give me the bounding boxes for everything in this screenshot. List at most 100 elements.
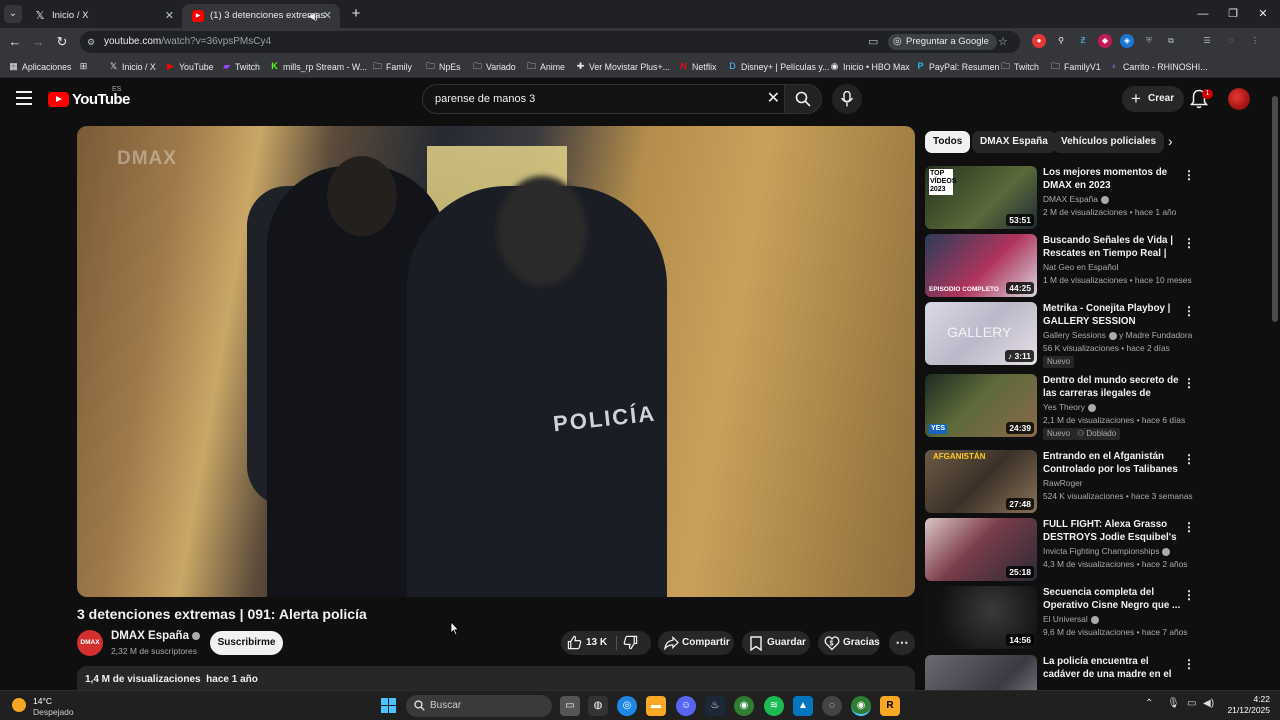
chip-all[interactable]: Todos — [925, 131, 971, 153]
ask-google-button[interactable]: ◎ Preguntar a Google — [888, 34, 997, 50]
chrome-icon[interactable]: ◉ — [734, 696, 754, 716]
extension-icon[interactable]: ⚲ — [1054, 34, 1068, 48]
app-icon[interactable]: ◌ — [822, 696, 842, 716]
video-title[interactable]: Entrando en el Afganistán Controlado por… — [1043, 450, 1181, 476]
recommendation-item[interactable]: La policía encuentra el cadáver de una m… — [925, 655, 1197, 690]
bookmark-x[interactable]: 𝕏 Inicio / X — [108, 56, 156, 78]
thanks-button[interactable]: $ Gracias — [818, 631, 880, 655]
more-actions-button[interactable]: ⋯ — [889, 631, 915, 655]
create-button[interactable]: + Crear — [1122, 86, 1185, 112]
clear-search-icon[interactable]: ✕ — [767, 85, 780, 113]
bookmark-netflix[interactable]: N Netflix — [678, 56, 716, 78]
bookmark-variado[interactable]: 🗀 Variado — [472, 56, 516, 78]
save-button[interactable]: Guardar — [742, 631, 810, 655]
video-title[interactable]: Buscando Señales de Vida | Rescates en T… — [1043, 234, 1181, 260]
scrollbar-thumb[interactable] — [1272, 96, 1278, 322]
close-tab-icon[interactable]: ✕ — [323, 4, 332, 28]
like-button[interactable] — [567, 635, 582, 660]
network-icon[interactable]: ▭ — [1187, 698, 1196, 709]
video-thumbnail[interactable]: 14:56 — [925, 586, 1037, 649]
extension-icon[interactable]: ● — [1032, 34, 1046, 48]
video-thumbnail[interactable] — [925, 655, 1037, 690]
spotify-icon[interactable]: ≋ — [764, 696, 784, 716]
channel-name[interactable]: DMAX España — [111, 630, 200, 642]
windows-start-icon[interactable] — [381, 698, 397, 714]
chrome-menu-icon[interactable]: ⋮ — [1248, 34, 1262, 48]
app-icon[interactable]: ◍ — [588, 696, 608, 716]
video-title[interactable]: Los mejores momentos de DMAX en 2023 — [1043, 166, 1181, 192]
bookmark-star-icon[interactable]: ☆ — [998, 34, 1008, 50]
menu-icon[interactable] — [16, 91, 32, 105]
channel-name[interactable]: Nat Geo en Español — [1043, 262, 1197, 272]
recommendation-item[interactable]: YES 24:39 Dentro del mundo secreto de la… — [925, 374, 1197, 440]
weather-widget[interactable]: 14°C Despejado — [12, 695, 102, 717]
chip-police-vehicles[interactable]: Vehículos policiales — [1053, 131, 1165, 153]
extension-icon[interactable]: Ƶ — [1076, 34, 1090, 48]
new-tab-button[interactable]: + — [346, 4, 366, 24]
bookmark-disney[interactable]: D Disney+ | Películas y... — [727, 56, 829, 78]
close-window-button[interactable]: ✕ — [1248, 4, 1278, 24]
chip-dmax[interactable]: DMAX España — [972, 131, 1056, 153]
recommendation-item[interactable]: 14:56 Secuencia completa del Operativo C… — [925, 586, 1197, 650]
more-options-icon[interactable]: ⋮ — [1183, 657, 1195, 671]
reading-list-icon[interactable]: ☰ — [1200, 34, 1214, 48]
speaker-icon[interactable]: ◀) — [308, 4, 318, 28]
channel-avatar[interactable]: DMAX — [77, 630, 103, 656]
volume-icon[interactable]: ◀) — [1203, 698, 1214, 709]
video-thumbnail[interactable]: TOP VÍDEOS 2023 53:51 — [925, 166, 1037, 229]
channel-name[interactable]: DMAX España — [1043, 194, 1197, 204]
browser-tab-youtube[interactable]: ▶ (1) 3 detenciones extremas ◀) ✕ — [182, 4, 340, 28]
microphone-icon[interactable]: 🎙 — [1167, 698, 1180, 709]
close-tab-icon[interactable]: ✕ — [165, 4, 174, 28]
video-thumbnail[interactable]: GALLERY ♪ 3:11 — [925, 302, 1037, 365]
chevron-up-icon[interactable]: ⌃ — [1145, 698, 1153, 709]
more-options-icon[interactable]: ⋮ — [1183, 588, 1195, 602]
bookmark-youtube[interactable]: ▶ YouTube — [165, 56, 214, 78]
bookmark-familyv1[interactable]: 🗀 FamilyV1 — [1050, 56, 1101, 78]
reload-button[interactable]: ↻ — [52, 32, 72, 52]
extensions-puzzle-icon[interactable]: ⧉ — [1164, 34, 1178, 48]
more-options-icon[interactable]: ⋮ — [1183, 168, 1195, 182]
profile-icon[interactable]: ◌ — [1224, 34, 1238, 48]
more-options-icon[interactable]: ⋮ — [1183, 304, 1195, 318]
bookmark-anime[interactable]: 🗀 Anime — [526, 56, 565, 78]
voice-search-button[interactable] — [832, 84, 862, 114]
shield-icon[interactable]: ⛨ — [1142, 34, 1156, 48]
bookmark-family[interactable]: 🗀 Family — [372, 56, 412, 78]
dislike-button[interactable] — [623, 635, 638, 660]
extension-icon[interactable]: ◈ — [1120, 34, 1134, 48]
restore-button[interactable]: ❐ — [1218, 4, 1248, 24]
channel-name[interactable]: El Universal — [1043, 614, 1197, 624]
bookmark-grid[interactable]: ⊞ — [78, 56, 92, 78]
channel-name[interactable]: Yes Theory — [1043, 402, 1197, 412]
browser-tab-x[interactable]: 𝕏 Inicio / X ✕ — [24, 4, 182, 28]
recommendation-item[interactable]: TOP VÍDEOS 2023 53:51 Los mejores moment… — [925, 166, 1197, 230]
recommendation-item[interactable]: GALLERY ♪ 3:11 Metrika - Conejita Playbo… — [925, 302, 1197, 368]
cast-icon[interactable]: ▭ — [868, 34, 878, 50]
bookmark-paypal[interactable]: P PayPal: Resumen — [915, 56, 999, 78]
bookmark-twitch[interactable]: ▰ Twitch — [221, 56, 260, 78]
video-title[interactable]: Metrika - Conejita Playboy | GALLERY SES… — [1043, 302, 1181, 328]
app-icon[interactable]: ▲ — [793, 696, 813, 716]
video-thumbnail[interactable]: YES 24:39 — [925, 374, 1037, 437]
share-button[interactable]: Compartir — [658, 631, 734, 655]
channel-name[interactable]: Gallery Sessions y Madre Fundadora — [1043, 330, 1197, 340]
search-input[interactable]: parense de manos 3 ✕ — [422, 84, 784, 114]
taskbar-search-input[interactable]: Buscar — [406, 695, 552, 717]
chrome-active-icon[interactable]: ◉ — [851, 696, 871, 716]
extension-icon[interactable]: ◆ — [1098, 34, 1112, 48]
recommendation-item[interactable]: EPISODIO COMPLETO 44:25 Buscando Señales… — [925, 234, 1197, 298]
more-options-icon[interactable]: ⋮ — [1183, 452, 1195, 466]
forward-button[interactable]: → — [28, 32, 48, 52]
bookmark-rhinoshield[interactable]: ◐ Carrito - RHINOSHI... — [1109, 56, 1208, 78]
video-title[interactable]: La policía encuentra el cadáver de una m… — [1043, 655, 1181, 681]
site-info-icon[interactable]: ⚙ — [87, 36, 99, 48]
avatar[interactable] — [1228, 88, 1250, 110]
bookmark-npes[interactable]: 🗀 NpEs — [425, 56, 461, 78]
back-button[interactable]: ← — [5, 32, 25, 52]
discord-icon[interactable]: ☺ — [676, 696, 696, 716]
subscribe-button[interactable]: Suscribirme — [210, 631, 283, 655]
bookmark-twitch-folder[interactable]: 🗀 Twitch — [1000, 56, 1039, 78]
bookmark-kick[interactable]: Kmills_rp Stream - W... — [269, 56, 367, 78]
video-title[interactable]: Secuencia completa del Operativo Cisne N… — [1043, 586, 1181, 612]
